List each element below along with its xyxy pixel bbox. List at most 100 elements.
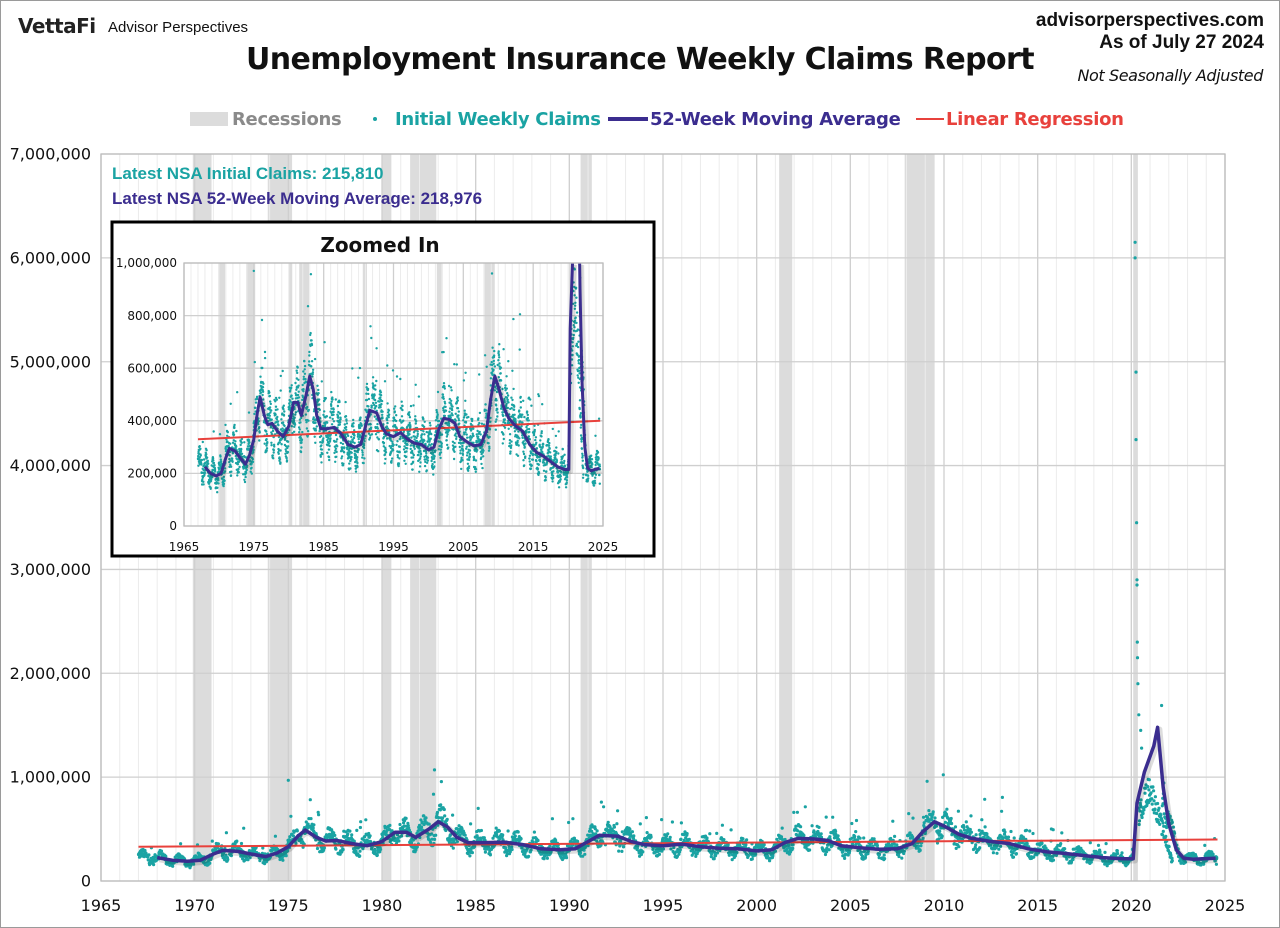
claims-point bbox=[883, 857, 887, 861]
claims-point bbox=[1024, 828, 1029, 832]
claims-point bbox=[1104, 842, 1108, 846]
claims-point bbox=[953, 825, 958, 829]
claims-point bbox=[964, 820, 968, 824]
claims-point bbox=[657, 852, 662, 857]
claims-point bbox=[439, 803, 443, 807]
x-tick-label: 1965 bbox=[81, 896, 122, 915]
claims-point bbox=[819, 832, 823, 836]
claims-point bbox=[358, 825, 362, 830]
claims-point bbox=[216, 842, 220, 846]
claims-point bbox=[606, 820, 610, 824]
claims-point bbox=[281, 858, 285, 862]
claims-point bbox=[715, 831, 719, 836]
x-tick-label: 2020 bbox=[1111, 896, 1152, 915]
claims-point bbox=[962, 828, 967, 832]
claims-point bbox=[668, 835, 672, 839]
claims-point bbox=[358, 854, 362, 858]
claims-point bbox=[1142, 808, 1146, 812]
claims-point bbox=[1148, 798, 1152, 802]
claims-point bbox=[685, 832, 689, 836]
claims-point bbox=[470, 851, 474, 855]
claims-point bbox=[645, 831, 649, 835]
recession-band bbox=[192, 154, 212, 881]
claims-point bbox=[768, 859, 772, 863]
y-tick-label: 4,000,000 bbox=[10, 456, 91, 475]
claims-point bbox=[995, 851, 999, 855]
claims-point bbox=[147, 853, 151, 857]
claims-point bbox=[745, 838, 749, 842]
claims-point bbox=[1156, 801, 1160, 806]
claims-point bbox=[931, 810, 935, 814]
claims-point bbox=[424, 816, 428, 820]
claims-point bbox=[853, 834, 857, 839]
claims-point bbox=[938, 829, 942, 834]
claims-point bbox=[980, 818, 984, 822]
claims-point bbox=[1139, 728, 1143, 733]
claims-point bbox=[843, 856, 847, 861]
claims-point bbox=[355, 828, 359, 833]
claims-point bbox=[1153, 795, 1157, 799]
claims-point bbox=[1006, 835, 1011, 839]
claims-point bbox=[744, 843, 748, 847]
claims-point bbox=[545, 856, 550, 860]
claims-point bbox=[911, 816, 915, 820]
claims-point bbox=[501, 833, 505, 837]
claims-point bbox=[940, 834, 944, 838]
claims-point bbox=[828, 835, 832, 839]
claims-point bbox=[442, 807, 446, 812]
y-tick-label: 3,000,000 bbox=[10, 560, 91, 579]
claims-point bbox=[1137, 713, 1141, 717]
claims-point bbox=[612, 825, 617, 829]
x-tick-label: 2005 bbox=[830, 896, 871, 915]
claims-point bbox=[907, 812, 911, 816]
claims-point bbox=[1162, 812, 1166, 816]
claims-point bbox=[397, 839, 401, 843]
claims-point bbox=[433, 837, 437, 842]
claims-point bbox=[799, 825, 803, 829]
claims-point bbox=[1059, 842, 1063, 846]
claims-point bbox=[1133, 256, 1137, 260]
x-tick-label: 2015 bbox=[1017, 896, 1058, 915]
claims-point bbox=[1149, 791, 1153, 795]
claims-point bbox=[152, 863, 156, 867]
claims-point bbox=[687, 837, 691, 842]
claims-point bbox=[333, 833, 337, 838]
claims-point bbox=[974, 843, 978, 847]
x-tick-label: 1980 bbox=[362, 896, 403, 915]
claims-point bbox=[1060, 831, 1064, 835]
claims-point bbox=[242, 826, 246, 830]
claims-point bbox=[1014, 852, 1019, 856]
claims-point bbox=[694, 854, 698, 859]
claims-point bbox=[641, 850, 645, 854]
claims-point bbox=[957, 845, 961, 849]
claims-point bbox=[1214, 862, 1218, 866]
claims-point bbox=[1028, 829, 1032, 833]
claims-point bbox=[933, 816, 937, 820]
claims-point bbox=[1088, 841, 1092, 845]
claims-point bbox=[1152, 789, 1156, 793]
y-tick-label: 1,000,000 bbox=[10, 768, 91, 787]
claims-point bbox=[969, 814, 973, 818]
claims-point bbox=[1051, 858, 1056, 862]
claims-point bbox=[536, 838, 540, 843]
claims-point bbox=[615, 822, 619, 826]
claims-point bbox=[616, 809, 620, 813]
claims-point bbox=[1011, 855, 1016, 859]
claims-point bbox=[431, 792, 436, 796]
claims-point bbox=[388, 823, 392, 828]
claims-point bbox=[463, 833, 467, 837]
claims-point bbox=[398, 822, 402, 827]
claims-point bbox=[334, 847, 338, 851]
claims-point bbox=[1158, 822, 1162, 827]
claims-point bbox=[825, 850, 829, 854]
claims-point bbox=[445, 817, 449, 821]
claims-point bbox=[969, 830, 974, 834]
claims-point bbox=[741, 837, 745, 841]
claims-point bbox=[602, 805, 606, 809]
claims-point bbox=[891, 819, 895, 823]
claims-point bbox=[795, 810, 800, 814]
claims-point bbox=[900, 856, 904, 860]
claims-point bbox=[1161, 821, 1165, 825]
claims-point bbox=[1031, 831, 1035, 836]
recession-band bbox=[410, 154, 437, 881]
